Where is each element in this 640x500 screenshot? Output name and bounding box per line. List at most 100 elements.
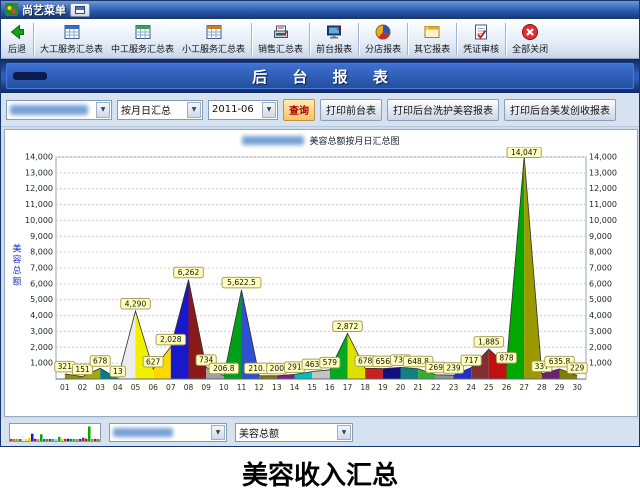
toolbar-label: 分店报表	[365, 42, 401, 55]
sales-report-icon	[271, 22, 291, 42]
svg-text:03: 03	[95, 383, 105, 392]
toolbar-separator	[251, 23, 252, 55]
svg-text:656: 656	[376, 357, 391, 366]
month-select[interactable]: 2011-06 ▼	[208, 100, 278, 120]
close-all-button[interactable]: 全部关闭	[508, 20, 552, 58]
svg-text:16: 16	[325, 383, 335, 392]
svg-text:10,000: 10,000	[25, 216, 53, 225]
svg-text:13: 13	[113, 367, 123, 376]
svg-text:14: 14	[290, 383, 300, 392]
svg-text:19: 19	[378, 383, 388, 392]
mini-window-button[interactable]	[70, 3, 90, 17]
app-icon	[5, 1, 18, 20]
mini-window-icon	[75, 6, 85, 14]
report-table-icon	[204, 22, 224, 42]
svg-text:151: 151	[75, 365, 90, 374]
print-back-hair-button[interactable]: 打印后台美发创收报表	[504, 99, 616, 121]
svg-text:4,000: 4,000	[589, 311, 612, 320]
query-button[interactable]: 查询	[283, 99, 315, 121]
svg-text:01: 01	[60, 383, 70, 392]
mid-service-summary-button[interactable]: 中工服务汇总表	[107, 20, 178, 58]
filter-row: ▼ 按月日汇总 ▼ 2011-06 ▼ 查询 打印前台表 打印后台洗护美容报表 …	[1, 93, 639, 127]
store-select[interactable]: ▼	[6, 100, 112, 120]
section-header: 后 台 报 表	[1, 59, 639, 93]
svg-text:15: 15	[307, 383, 317, 392]
toolbar-label: 全部关闭	[512, 42, 548, 55]
svg-text:21: 21	[413, 383, 423, 392]
redacted-store-name	[10, 105, 88, 115]
svg-text:5,000: 5,000	[30, 295, 53, 304]
svg-text:26: 26	[502, 383, 512, 392]
svg-text:额: 额	[12, 276, 21, 288]
svg-text:07: 07	[166, 383, 176, 392]
print-front-desk-button[interactable]: 打印前台表	[320, 99, 382, 121]
report-table-icon	[133, 22, 153, 42]
svg-text:269: 269	[429, 363, 444, 372]
series-select[interactable]: 美容总额 ▼	[235, 423, 353, 442]
svg-text:13,000: 13,000	[589, 168, 617, 177]
svg-text:8,000: 8,000	[30, 248, 53, 257]
svg-text:1,885: 1,885	[478, 337, 500, 346]
titlebar: 尚艺菜单	[1, 1, 639, 19]
toolbar-separator	[33, 23, 34, 55]
toolbar-separator	[358, 23, 359, 55]
toolbar-label: 前台报表	[316, 42, 352, 55]
svg-text:206.8: 206.8	[213, 364, 235, 373]
chart-style-gallery[interactable]	[9, 423, 101, 442]
svg-text:14,047: 14,047	[511, 148, 537, 157]
dropdown-arrow-icon[interactable]: ▼	[337, 425, 351, 440]
svg-text:463: 463	[305, 360, 320, 369]
toolbar-label: 中工服务汇总表	[111, 42, 174, 55]
series-select-value: 美容总额	[239, 425, 279, 440]
dropdown-arrow-icon[interactable]: ▼	[262, 102, 276, 118]
report-table-icon	[62, 22, 82, 42]
svg-text:10,000: 10,000	[589, 216, 617, 225]
print-back-beauty-button[interactable]: 打印后台洗护美容报表	[387, 99, 499, 121]
svg-text:291: 291	[287, 363, 302, 372]
senior-service-summary-button[interactable]: 大工服务汇总表	[36, 20, 107, 58]
svg-text:14,000: 14,000	[25, 153, 53, 162]
app-window: 尚艺菜单 后退 大工服务汇总表 中工服务汇总表	[0, 0, 640, 447]
back-button[interactable]: 后退	[3, 20, 31, 58]
secondary-select[interactable]: ▼	[109, 423, 227, 442]
toolbar-label: 其它报表	[414, 42, 450, 55]
chart-panel: 美容总额按月日汇总图 1,0001,0002,0002,0003,0003,00…	[4, 129, 638, 417]
toolbar-separator	[505, 23, 506, 55]
svg-text:14,000: 14,000	[589, 153, 617, 162]
svg-text:08: 08	[184, 383, 194, 392]
page-caption: 美容收入汇总	[0, 447, 640, 500]
svg-text:12: 12	[254, 383, 264, 392]
voucher-audit-button[interactable]: 凭证审核	[459, 20, 503, 58]
redacted-value	[113, 428, 173, 437]
svg-text:878: 878	[499, 353, 514, 362]
sales-summary-button[interactable]: 销售汇总表	[254, 20, 307, 58]
front-desk-report-button[interactable]: 前台报表	[312, 20, 356, 58]
svg-text:4,290: 4,290	[125, 299, 147, 308]
toolbar-separator	[309, 23, 310, 55]
toolbar-label: 大工服务汇总表	[40, 42, 103, 55]
branch-report-button[interactable]: 分店报表	[361, 20, 405, 58]
dropdown-arrow-icon[interactable]: ▼	[187, 102, 201, 118]
svg-text:2,028: 2,028	[160, 335, 182, 344]
toolbar: 后退 大工服务汇总表 中工服务汇总表 小工服务汇总表	[1, 19, 639, 59]
toolbar-label: 后退	[8, 42, 26, 55]
toolbar-label: 销售汇总表	[258, 42, 303, 55]
redacted-title-prefix	[242, 136, 304, 145]
area-chart-canvas: 1,0001,0002,0002,0003,0003,0004,0004,000…	[9, 147, 633, 409]
summary-mode-select[interactable]: 按月日汇总 ▼	[117, 100, 203, 120]
svg-text:06: 06	[148, 383, 158, 392]
junior-service-summary-button[interactable]: 小工服务汇总表	[178, 20, 249, 58]
svg-text:17: 17	[343, 383, 353, 392]
toolbar-label: 凭证审核	[463, 42, 499, 55]
svg-text:1,000: 1,000	[30, 359, 53, 368]
chart-title: 美容总额按月日汇总图	[309, 134, 399, 147]
svg-text:30: 30	[572, 383, 582, 392]
dropdown-arrow-icon[interactable]: ▼	[96, 102, 110, 118]
other-report-button[interactable]: 其它报表	[410, 20, 454, 58]
month-value: 2011-06	[212, 104, 254, 115]
voucher-audit-icon	[471, 22, 491, 42]
dropdown-arrow-icon[interactable]: ▼	[211, 425, 225, 440]
svg-text:25: 25	[484, 383, 494, 392]
svg-text:9,000: 9,000	[589, 232, 612, 241]
svg-text:20: 20	[396, 383, 406, 392]
